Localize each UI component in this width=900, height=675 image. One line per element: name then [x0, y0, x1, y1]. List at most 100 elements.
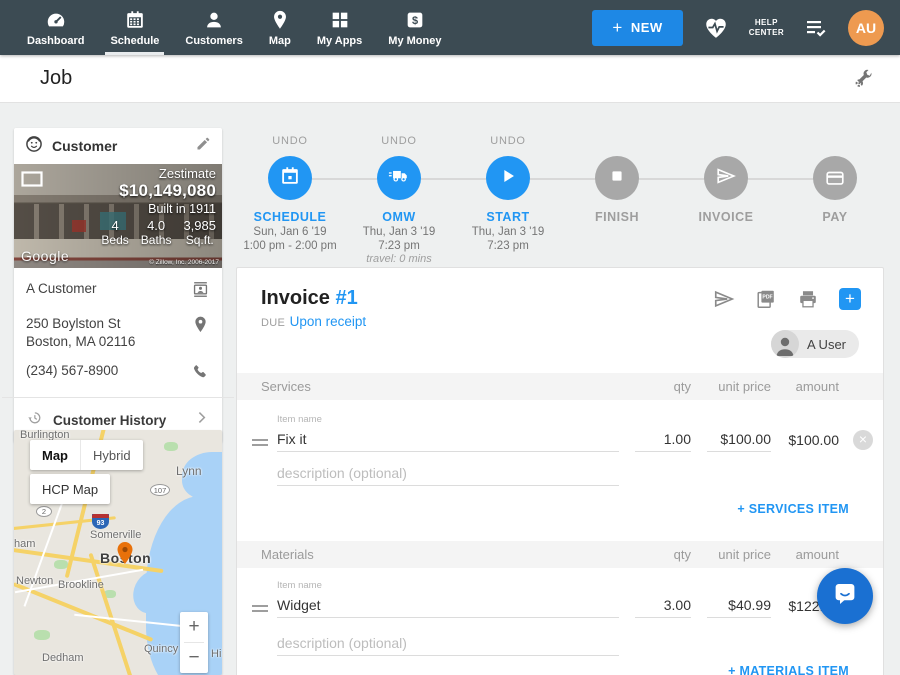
assignee-avatar-icon — [771, 330, 799, 358]
map-widget[interactable]: Burlington Lynn Somerville Boston ham Ne… — [14, 430, 222, 675]
job-settings-button[interactable] — [852, 68, 874, 90]
contact-card-icon[interactable] — [191, 280, 210, 304]
chat-fab-button[interactable] — [817, 568, 873, 624]
map-label: Dedham — [42, 652, 84, 664]
baths-label: Baths — [141, 233, 172, 247]
print-button[interactable] — [797, 288, 819, 310]
edit-customer-button[interactable] — [195, 135, 212, 157]
schedule-step-button[interactable] — [268, 156, 312, 200]
step-date: Sun, Jan 6 '19 — [230, 226, 350, 238]
top-navbar: Dashboard Schedule Customers Map My Apps… — [0, 0, 900, 55]
omw-step-button[interactable] — [377, 156, 421, 200]
customer-name: A Customer — [26, 280, 97, 298]
nav-customers-label: Customers — [185, 35, 242, 47]
undo-start-button[interactable]: UNDO — [448, 135, 568, 148]
zestimate-label: Zestimate — [101, 166, 216, 181]
material-unit-price-input[interactable] — [707, 592, 771, 618]
help-center-button[interactable]: HELP CENTER — [749, 18, 784, 38]
undo-omw-button[interactable]: UNDO — [339, 135, 459, 148]
phone-icon[interactable] — [191, 362, 210, 386]
pdf-icon: PDF — [755, 288, 777, 310]
map-type-hybrid-button[interactable]: Hybrid — [80, 440, 143, 470]
item-name-label: Item name — [277, 414, 322, 425]
customer-card: Customer Zestimate $10,149,080 Built in … — [14, 128, 222, 442]
invoice-number[interactable]: #1 — [335, 287, 357, 309]
dashboard-gauge-icon — [45, 9, 67, 31]
nav-customers[interactable]: Customers — [172, 0, 255, 55]
nav-my-apps[interactable]: My Apps — [304, 0, 375, 55]
services-section-header: Services qty unit price amount — [237, 373, 883, 400]
send-icon — [715, 165, 737, 192]
stop-icon — [606, 165, 628, 192]
sqft-label: Sq.ft. — [183, 233, 216, 247]
drag-handle[interactable] — [252, 602, 268, 615]
zoom-in-button[interactable]: + — [180, 612, 208, 642]
property-photo[interactable]: Zestimate $10,149,080 Built in 1911 4Bed… — [14, 164, 222, 268]
nav-map[interactable]: Map — [256, 0, 304, 55]
zoom-out-button[interactable]: − — [180, 643, 208, 673]
invoice-actions: PDF + — [713, 288, 861, 310]
pdf-button[interactable]: PDF — [755, 288, 777, 310]
map-label: Lynn — [176, 464, 202, 478]
due-label: DUE — [261, 317, 285, 329]
new-button[interactable]: +NEW — [592, 10, 682, 46]
services-label: Services — [261, 379, 311, 394]
map-type-map-button[interactable]: Map — [30, 440, 80, 470]
service-description-input[interactable] — [277, 460, 619, 486]
nav-items: Dashboard Schedule Customers Map My Apps… — [14, 0, 454, 55]
built-year: Built in 1911 — [101, 202, 216, 216]
add-materials-item-button[interactable]: + MATERIALS ITEM — [728, 664, 849, 675]
person-icon — [203, 9, 225, 31]
customer-face-icon — [24, 134, 44, 159]
credit-card-icon[interactable] — [813, 156, 857, 200]
nav-dashboard[interactable]: Dashboard — [14, 0, 97, 55]
page-title: Job — [40, 67, 72, 90]
add-services-item-button[interactable]: + SERVICES ITEM — [737, 502, 849, 516]
step-time: 7:23 pm — [339, 240, 459, 252]
step-label: SCHEDULE — [230, 210, 350, 224]
remove-service-item-button[interactable]: × — [853, 430, 873, 450]
send-invoice-button[interactable] — [713, 288, 735, 310]
material-description-input[interactable] — [277, 630, 619, 656]
undo-schedule-button[interactable]: UNDO — [230, 135, 350, 148]
location-pin-icon[interactable] — [191, 315, 210, 339]
google-watermark: Google — [21, 248, 69, 264]
material-qty-input[interactable] — [635, 592, 691, 618]
invoice-step-button[interactable] — [704, 156, 748, 200]
timeline-step-start: UNDO START Thu, Jan 3 '19 7:23 pm — [448, 135, 568, 252]
pencil-icon — [195, 139, 212, 156]
invoice-card: Invoice #1 DUE Upon receipt PDF + A User… — [236, 267, 884, 675]
service-unit-price-input[interactable] — [707, 426, 771, 452]
map-park — [164, 442, 178, 451]
due-value[interactable]: Upon receipt — [290, 314, 367, 329]
map-label: Quincy — [144, 643, 178, 655]
map-label: Brookline — [58, 579, 104, 591]
amount-column-header: amount — [775, 547, 839, 562]
nav-my-money[interactable]: $ My Money — [375, 0, 454, 55]
calendar-icon — [279, 165, 301, 192]
material-item-name-input[interactable] — [277, 592, 619, 618]
step-label: INVOICE — [666, 210, 786, 224]
customer-history-label: Customer History — [53, 413, 166, 428]
start-step-button[interactable] — [486, 156, 530, 200]
nav-dashboard-label: Dashboard — [27, 35, 84, 47]
nav-schedule[interactable]: Schedule — [97, 0, 172, 55]
heart-pulse-icon[interactable] — [703, 15, 729, 41]
item-name-label: Item name — [277, 580, 322, 591]
user-avatar[interactable]: AU — [848, 10, 884, 46]
step-travel: travel: 0 mins — [339, 253, 459, 265]
service-item-name-input[interactable] — [277, 426, 619, 452]
streetview-frame-icon[interactable] — [21, 171, 43, 192]
assigned-user-pill[interactable]: A User — [771, 330, 859, 358]
hcp-map-button[interactable]: HCP Map — [30, 474, 110, 504]
zestimate-overlay: Zestimate $10,149,080 Built in 1911 4Bed… — [101, 166, 216, 247]
list-check-icon[interactable] — [804, 16, 828, 40]
job-location-pin-icon — [117, 542, 133, 569]
service-qty-input[interactable] — [635, 426, 691, 452]
timeline-step-omw: UNDO OMW Thu, Jan 3 '19 7:23 pm travel: … — [339, 135, 459, 265]
add-invoice-item-button[interactable]: + — [839, 288, 861, 310]
sqft-value: 3,985 — [183, 218, 216, 233]
drag-handle[interactable] — [252, 436, 268, 449]
step-label: PAY — [775, 210, 895, 224]
finish-step-button[interactable] — [595, 156, 639, 200]
